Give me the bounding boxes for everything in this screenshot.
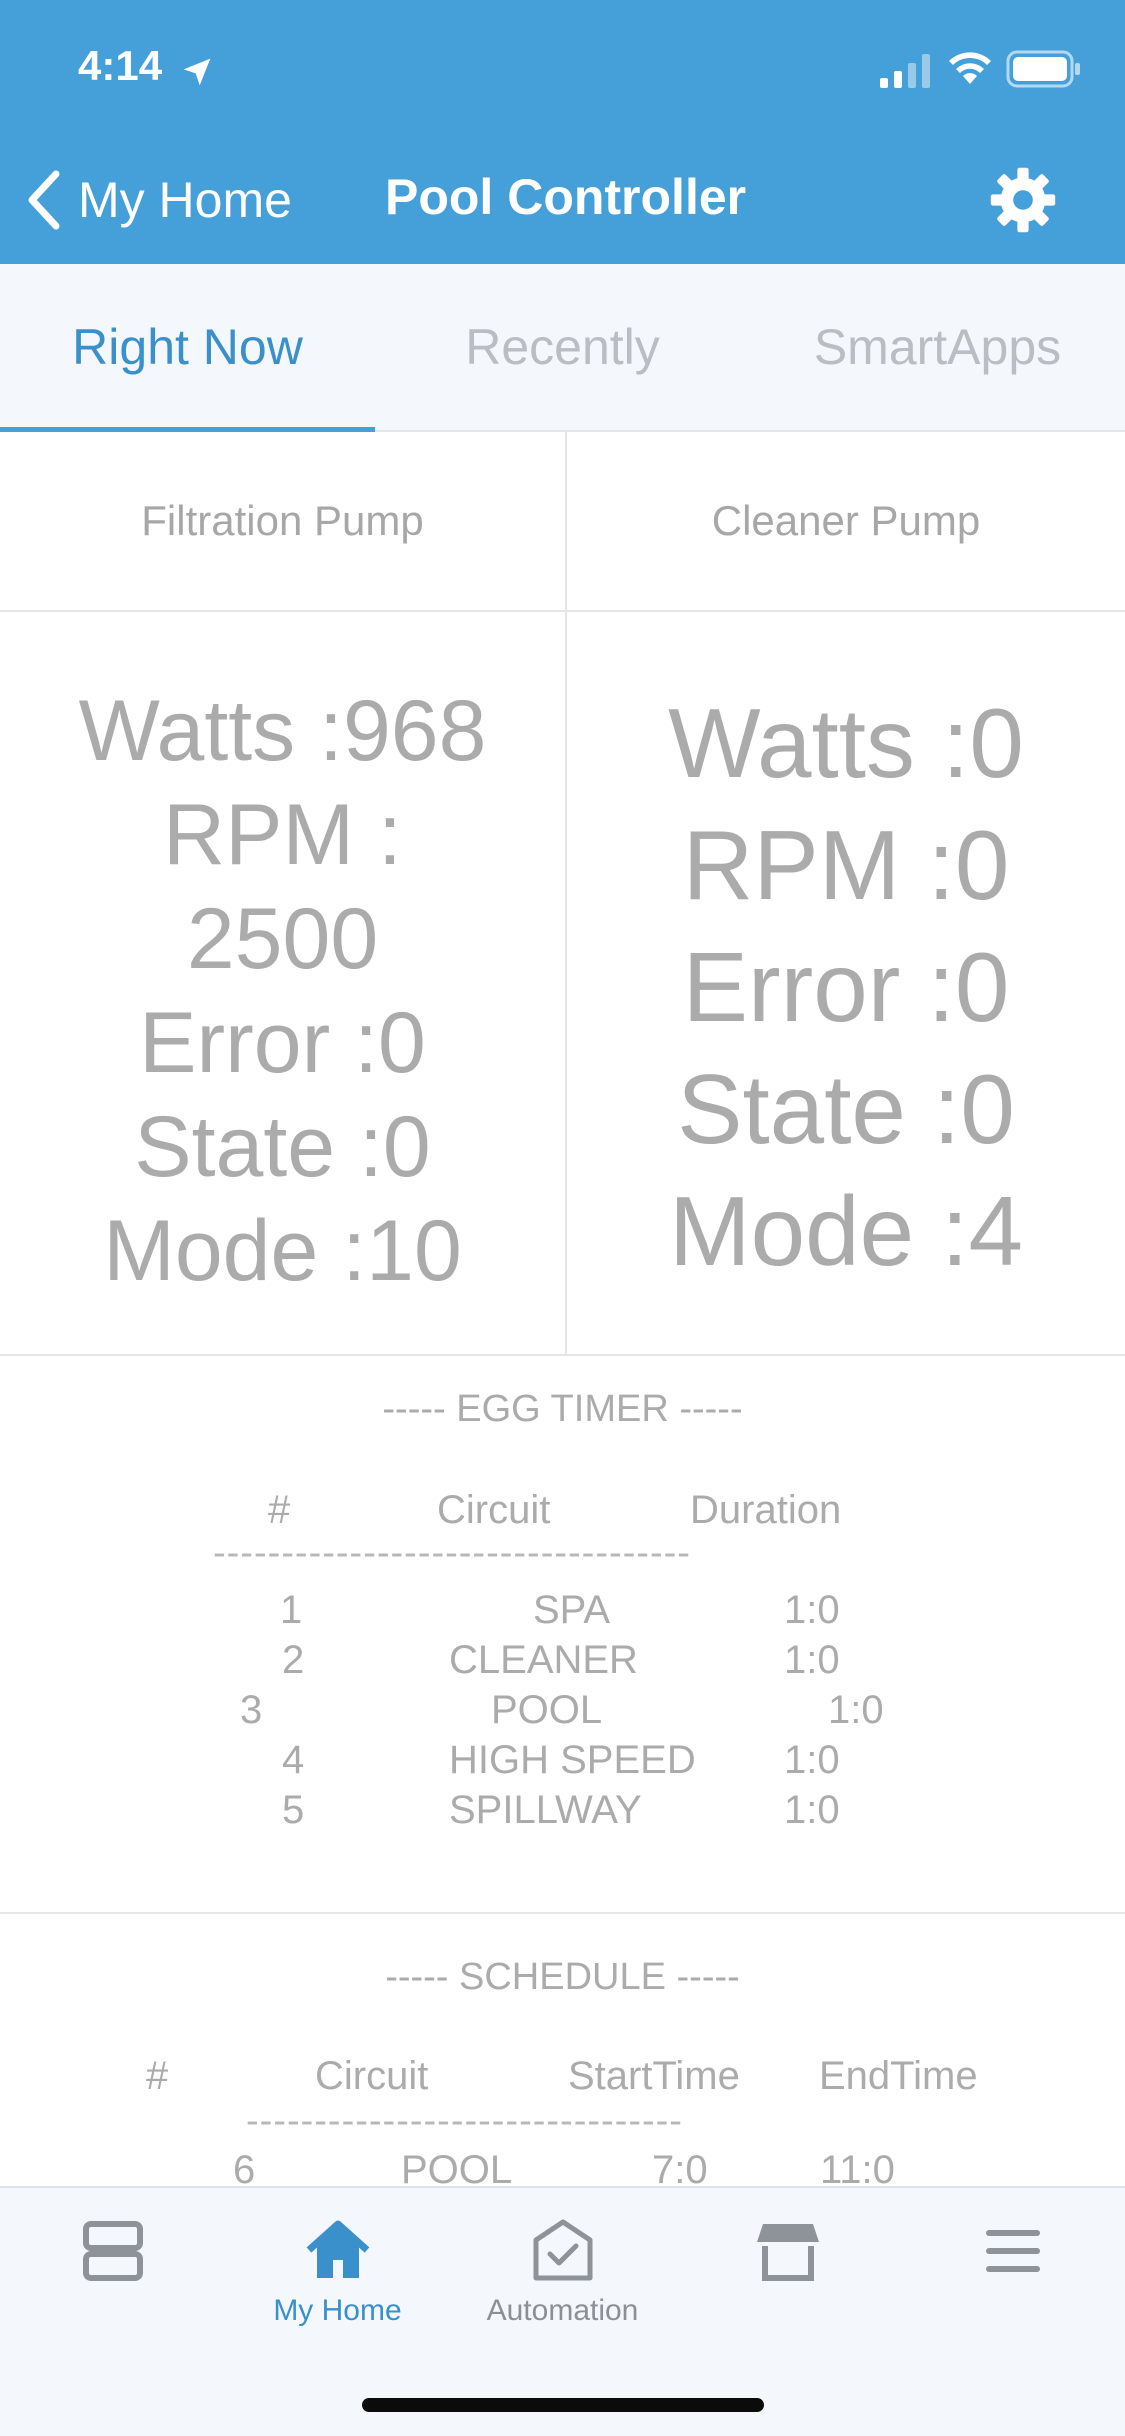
filtration-rpm-value: 2500: [186, 891, 379, 987]
schedule-divider: --------------------------------: [246, 2100, 683, 2142]
row-num: 1: [280, 1588, 303, 1632]
schedule-header-circuit: Circuit: [315, 2054, 429, 2098]
cellular-signal-icon: [880, 54, 930, 88]
egg-timer-title: ----- EGG TIMER -----: [382, 1388, 743, 1430]
chevron-left-icon: [28, 170, 60, 230]
filtration-state: State :0: [134, 1099, 431, 1195]
row-circuit: HIGH SPEED: [449, 1738, 696, 1782]
cleaner-pump-values: Watts :0 RPM :0 Error :0 State :0 Mode :…: [567, 612, 1125, 1292]
egg-timer-header-num: #: [268, 1488, 291, 1532]
gear-icon[interactable]: [988, 165, 1058, 235]
header-bar: 4:14 My Home Pool Controller: [0, 0, 1125, 264]
nav-my-home[interactable]: My Home: [225, 2188, 450, 2378]
cleaner-watts: Watts :0: [668, 688, 1024, 798]
schedule-header-num: #: [146, 2054, 169, 2098]
schedule-header-start: StartTime: [568, 2054, 740, 2098]
menu-icon: [986, 2230, 1040, 2272]
cleaner-pump-value-tile[interactable]: Watts :0 RPM :0 Error :0 State :0 Mode :…: [567, 612, 1125, 1356]
row-circuit: CLEANER: [449, 1638, 638, 1682]
egg-timer-header-duration: Duration: [690, 1488, 842, 1532]
cleaner-pump-label: Cleaner Pump: [711, 497, 981, 544]
dashboard-icon: [83, 2221, 143, 2281]
tab-recently[interactable]: Recently: [375, 264, 750, 430]
egg-timer-tile[interactable]: ----- EGG TIMER ----- # Circuit Duration…: [0, 1356, 1125, 1914]
row-circuit: SPA: [533, 1588, 611, 1632]
battery-icon: [1006, 50, 1080, 88]
row-duration: 1:0: [784, 1588, 840, 1632]
row-num: 3: [240, 1688, 263, 1732]
nav-dashboard[interactable]: [0, 2188, 225, 2378]
filtration-mode: Mode :10: [103, 1203, 462, 1299]
filtration-pump-values: Watts :968 RPM : 2500 Error :0 State :0 …: [0, 612, 565, 1303]
filtration-pump-value-tile[interactable]: Watts :968 RPM : 2500 Error :0 State :0 …: [0, 612, 567, 1356]
filtration-rpm-label: RPM :: [163, 787, 402, 883]
row-circuit: SPILLWAY: [449, 1788, 642, 1832]
app-root: 4:14 My Home Pool Controller Right Now R…: [0, 0, 1125, 2436]
cleaner-mode: Mode :4: [668, 1176, 1024, 1286]
cleaner-state: State :0: [677, 1054, 1015, 1164]
home-icon: [306, 2220, 370, 2278]
row-duration: 1:0: [784, 1738, 840, 1782]
row-duration: 1:0: [828, 1688, 884, 1732]
tab-smartapps[interactable]: SmartApps: [750, 264, 1125, 430]
cleaner-pump-label-tile[interactable]: Cleaner Pump: [567, 432, 1125, 612]
row-duration: 1:0: [784, 1788, 840, 1832]
cleaner-rpm: RPM :0: [682, 810, 1010, 920]
row-num: 4: [282, 1738, 305, 1782]
filtration-watts: Watts :968: [78, 683, 487, 779]
wifi-icon: [949, 52, 991, 84]
home-indicator[interactable]: [362, 2398, 764, 2412]
filtration-pump-label: Filtration Pump: [141, 497, 424, 544]
row-circuit: POOL: [491, 1688, 603, 1732]
location-arrow-icon: [183, 58, 211, 86]
marketplace-icon: [757, 2224, 819, 2281]
row-duration: 1:0: [784, 1638, 840, 1682]
schedule-header-end: EndTime: [819, 2054, 978, 2098]
status-time: 4:14: [78, 42, 163, 89]
automation-icon: [533, 2219, 593, 2281]
schedule-title: ----- SCHEDULE -----: [385, 1956, 740, 1998]
back-button-label: My Home: [78, 172, 292, 228]
filtration-error: Error :0: [139, 995, 426, 1091]
egg-timer-divider: -----------------------------------: [213, 1532, 691, 1574]
filtration-pump-label-tile[interactable]: Filtration Pump: [0, 432, 567, 612]
tab-bar: Right Now Recently SmartApps: [0, 264, 1125, 432]
nav-menu[interactable]: [900, 2188, 1125, 2378]
row-num: 5: [282, 1788, 305, 1832]
nav-my-home-label: My Home: [273, 2294, 402, 2327]
back-button[interactable]: My Home: [24, 160, 324, 240]
page-title: Pool Controller: [385, 169, 747, 225]
nav-marketplace[interactable]: [675, 2188, 900, 2378]
nav-automation[interactable]: Automation: [450, 2188, 675, 2378]
nav-automation-label: Automation: [486, 2294, 639, 2327]
cleaner-error: Error :0: [682, 932, 1010, 1042]
row-num: 2: [282, 1638, 305, 1682]
egg-timer-header-circuit: Circuit: [437, 1488, 551, 1532]
tab-right-now[interactable]: Right Now: [0, 264, 375, 432]
schedule-tile[interactable]: ----- SCHEDULE ----- # Circuit StartTime…: [0, 1914, 1125, 2192]
